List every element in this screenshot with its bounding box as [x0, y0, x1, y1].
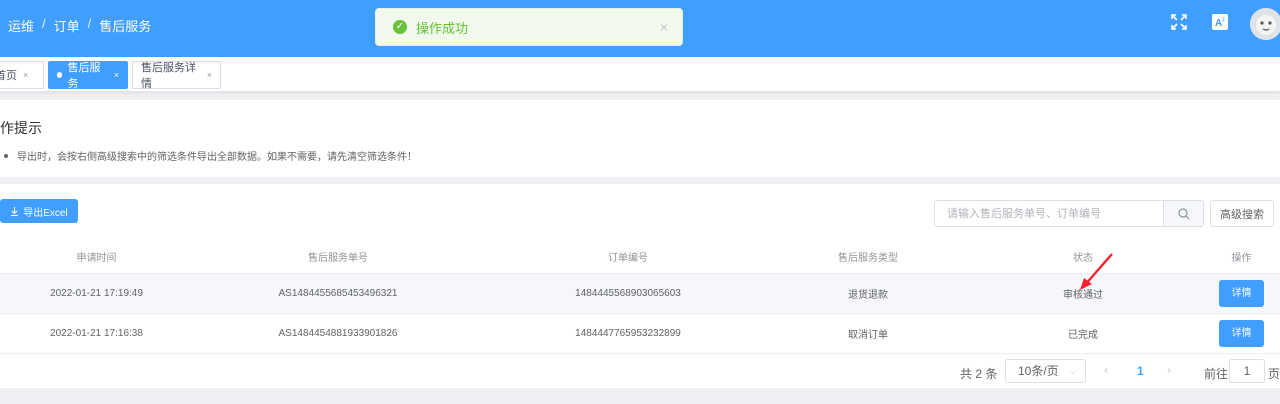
prev-page-icon[interactable]: ‹ — [1104, 363, 1108, 377]
cell-action: 详情 — [1203, 273, 1280, 314]
fullscreen-icon[interactable] — [1170, 13, 1188, 31]
pagination: 共 2 条 10条/页 ⌵ ‹ 1 › 前往 1 页 — [0, 359, 1280, 385]
tag-close-icon[interactable]: × — [23, 70, 28, 80]
column-header-apply-time: 申请时间 — [0, 240, 193, 274]
export-excel-label: 导出Excel — [23, 207, 68, 219]
goto-unit: 页 — [1268, 367, 1280, 381]
toast-message: 操作成功 — [416, 20, 469, 36]
tips-item: 导出时，会按右侧高级搜索中的筛选条件导出全部数据。如果不需要，请先清空筛选条件！ — [4, 148, 417, 163]
translate-icon[interactable]: A z — [1211, 13, 1229, 31]
annotation-arrow-icon — [1080, 253, 1113, 290]
cell-order-no: 1484445568903065603 — [483, 273, 773, 314]
column-header-action: 操作 — [1203, 240, 1280, 274]
cell-service-type: 取消订单 — [773, 313, 963, 354]
page-size-select[interactable]: 10条/页 ⌵ — [1005, 359, 1086, 383]
column-header-service-type: 售后服务类型 — [773, 240, 963, 274]
cell-action: 详情 — [1203, 313, 1280, 354]
cell-service-type: 退货退款 — [773, 273, 963, 314]
table-row: 2022-01-21 17:16:38 AS148445488193390182… — [0, 313, 1280, 354]
active-dot-icon — [57, 72, 63, 78]
tag-label: 首页 — [0, 70, 17, 82]
breadcrumb-separator: / — [87, 16, 92, 31]
breadcrumb: 运维 / 订单 / 售后服务 — [8, 16, 151, 35]
detail-button[interactable]: 详情 — [1219, 279, 1264, 307]
toast-close-icon[interactable]: × — [660, 19, 668, 35]
column-header-service-no: 售后服务单号 — [193, 240, 483, 274]
tag-label: 售后服务详情 — [141, 62, 196, 90]
tips-item-text: 导出时，会按右侧高级搜索中的筛选条件导出全部数据。如果不需要，请先清空筛选条件！ — [17, 152, 417, 163]
tags-view-bar: 首页 × 售后服务 × 售后服务详情 × — [0, 57, 1280, 92]
page-size-value: 10条/页 — [1018, 364, 1059, 378]
tag-label: 售后服务 — [67, 62, 101, 90]
search-input[interactable] — [935, 201, 1163, 226]
tips-title: 操作提示 — [0, 120, 42, 136]
success-toast: ✓ 操作成功 × — [375, 8, 683, 46]
tag-close-icon[interactable]: × — [114, 70, 119, 80]
cell-order-no: 1484447765953232899 — [483, 313, 773, 354]
tag-home[interactable]: 首页 × — [0, 61, 44, 89]
pagination-total: 共 2 条 — [960, 367, 998, 381]
breadcrumb-separator: / — [42, 16, 46, 31]
cell-apply-time: 2022-01-21 17:16:38 — [0, 313, 193, 354]
tag-close-icon[interactable]: × — [207, 70, 212, 80]
goto-page-input[interactable]: 1 — [1229, 359, 1265, 383]
search-box — [934, 200, 1204, 227]
operation-tips-panel: 操作提示 导出时，会按右侧高级搜索中的筛选条件导出全部数据。如果不需要，请先清空… — [0, 100, 1280, 177]
column-header-order-no: 订单编号 — [483, 240, 773, 274]
cell-status: 已完成 — [963, 313, 1203, 354]
page-number-current[interactable]: 1 — [1137, 364, 1144, 378]
success-check-icon: ✓ — [393, 20, 407, 34]
export-excel-button[interactable]: 导出Excel — [0, 199, 78, 223]
chevron-down-icon: ⌵ — [1070, 366, 1077, 376]
cell-service-no: AS1484454881933901826 — [193, 313, 483, 354]
download-icon — [11, 206, 19, 216]
breadcrumb-item-ops[interactable]: 运维 — [8, 16, 34, 35]
breadcrumb-item-after-sales: 售后服务 — [99, 19, 152, 34]
search-icon — [1177, 207, 1189, 219]
svg-text:z: z — [1222, 17, 1225, 23]
tag-after-sales-detail[interactable]: 售后服务详情 × — [132, 61, 221, 90]
breadcrumb-item-orders[interactable]: 订单 — [54, 16, 80, 35]
user-avatar[interactable] — [1250, 8, 1280, 40]
search-button[interactable] — [1163, 201, 1203, 226]
advanced-search-button[interactable]: 高级搜索 — [1210, 200, 1274, 227]
cell-apply-time: 2022-01-21 17:19:49 — [0, 273, 193, 314]
tag-after-sales[interactable]: 售后服务 × — [48, 61, 128, 90]
goto-label: 前往 — [1204, 367, 1229, 381]
cell-service-no: AS1484455685453496321 — [193, 273, 483, 314]
next-page-icon[interactable]: › — [1167, 363, 1171, 377]
bullet-icon — [4, 153, 8, 158]
detail-button[interactable]: 详情 — [1219, 319, 1264, 347]
